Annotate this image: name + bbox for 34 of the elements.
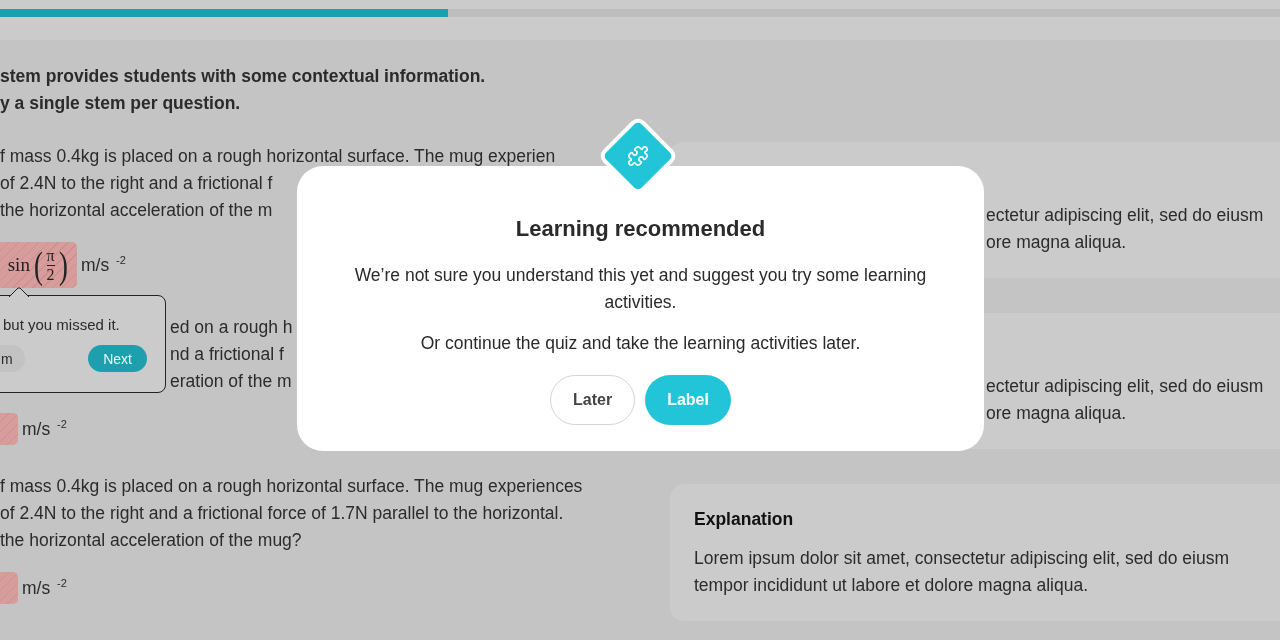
answer-field[interactable] [0,413,18,445]
question-text: eration of the m [170,371,292,392]
question-text: of 2.4N to the right and a frictional force of 1.7N parallel to the horizontal. [0,503,564,524]
explanation-text: Lorem ipsum dolor sit amet, consectetur adipiscing elit, sed do eiusm [694,548,1229,569]
explanation-text: tempor incididunt ut labore et dolore magna aliqua. [694,575,1088,596]
question-text: of 2.4N to the right and a frictional f [0,173,273,194]
question-text: the horizontal acceleration of the mug? [0,530,302,551]
explanation-text: ectetur adipiscing elit, sed do eiusm [986,376,1264,397]
later-button[interactable]: Later [550,375,636,425]
dialog-title: Learning recommended [515,216,766,242]
puzzle-icon [627,145,649,167]
feedback-text: but you missed it. [3,316,120,333]
instruction-text: stem provides students with some contextual information. [0,66,486,87]
math-fraction: π 2 [46,246,55,284]
question-text: f mass 0.4kg is placed on a rough horizontal surface. The mug experien [0,146,556,167]
math-parenthesis: ) [58,246,68,284]
dialog-text: Or continue the quiz and take the learning activities later. [419,332,862,355]
secondary-button[interactable]: m [0,345,25,372]
explanation-text: ore magna aliqua. [986,403,1127,424]
unit-label: m/s $^{-2}$ [22,418,67,440]
explanation-text: ore magna aliqua. [986,232,1127,253]
math-parenthesis: ( [33,246,43,284]
dialog-text: We’re not sure you understand this yet and suggest you try some learning activities. [353,264,928,314]
answer-field[interactable] [0,572,18,604]
unit-label: m/s $^{-2}$ [22,577,67,599]
instruction-text: y a single stem per question. [0,93,241,114]
math-function: sin [7,254,30,276]
explanation-text: ectetur adipiscing elit, sed do eiusm [986,205,1264,226]
question-text: nd a frictional f [170,344,284,365]
unit-label: m/s $^{-2}$ [81,254,126,276]
question-text: ed on a rough h [170,317,293,338]
question-text: the horizontal acceleration of the m [0,200,273,221]
card-title: Explanation [694,508,794,531]
question-text: f mass 0.4kg is placed on a rough horizontal surface. The mug experiences [0,476,583,497]
